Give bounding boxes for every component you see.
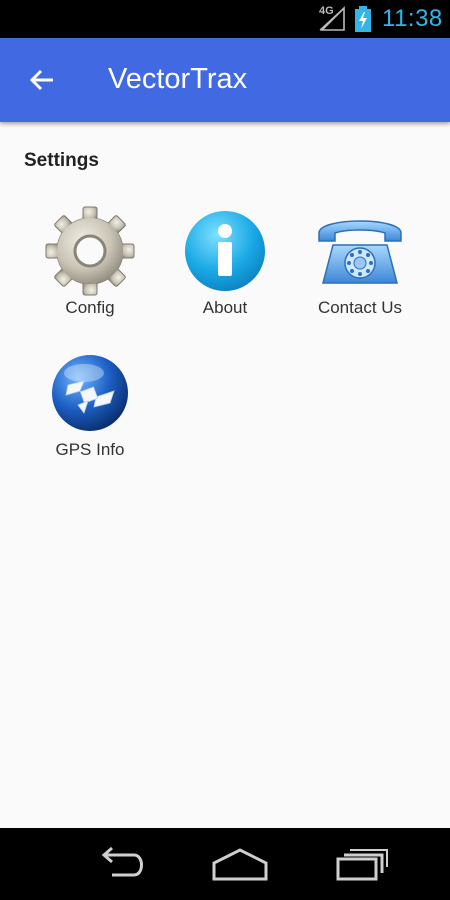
nav-home-button[interactable] bbox=[200, 838, 280, 890]
gps-info-tile[interactable]: GPS Info bbox=[25, 348, 155, 473]
contact-us-label: Contact Us bbox=[317, 298, 403, 317]
status-bar: 4G 11:38 bbox=[0, 0, 450, 38]
info-icon bbox=[185, 211, 265, 291]
battery-charging-icon bbox=[355, 6, 371, 32]
section-title: Settings bbox=[24, 150, 99, 171]
clock: 11:38 bbox=[382, 5, 443, 32]
about-label: About bbox=[202, 298, 248, 317]
navigation-bar bbox=[0, 828, 450, 900]
gear-icon bbox=[45, 206, 135, 296]
back-nav-icon bbox=[101, 847, 143, 877]
nav-recent-apps-button[interactable] bbox=[322, 838, 402, 890]
config-tile[interactable]: Config bbox=[25, 206, 155, 331]
nav-back-button[interactable] bbox=[80, 838, 160, 890]
contact-us-tile[interactable]: Contact Us bbox=[295, 206, 425, 331]
signal-icon bbox=[319, 6, 345, 31]
home-nav-icon bbox=[212, 848, 268, 881]
satellite-globe-icon bbox=[52, 355, 128, 431]
arrow-left-icon bbox=[29, 69, 53, 91]
app-title: VectorTrax bbox=[108, 63, 248, 95]
app-bar: VectorTrax bbox=[0, 38, 450, 122]
back-button[interactable] bbox=[22, 60, 62, 100]
gps-info-label: GPS Info bbox=[55, 440, 125, 459]
config-label: Config bbox=[65, 298, 115, 317]
telephone-icon bbox=[318, 220, 402, 284]
recent-apps-icon bbox=[336, 849, 388, 881]
about-tile[interactable]: About bbox=[160, 206, 290, 331]
